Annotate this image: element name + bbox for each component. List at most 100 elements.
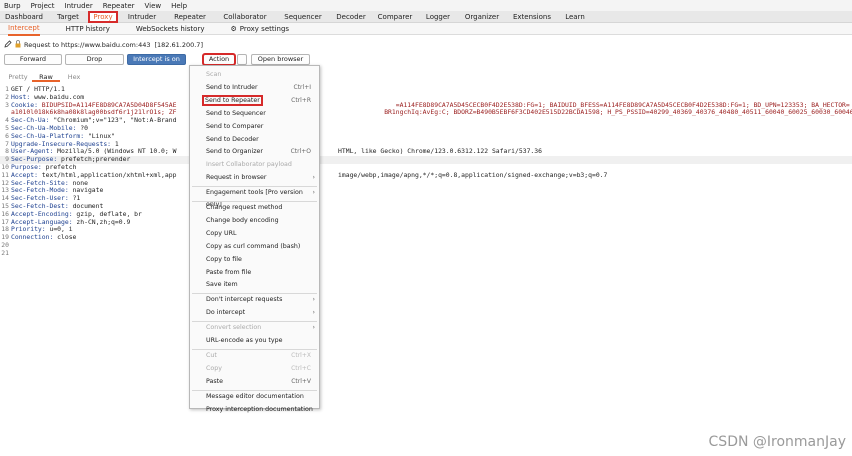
request-ip: [182.61.200.7] — [154, 41, 203, 49]
tab-learn[interactable]: Learn — [558, 11, 592, 23]
menu-item-label: Don't intercept requests — [206, 296, 283, 304]
menu-item-request-in-browser[interactable]: Request in browser › — [190, 172, 319, 184]
forward-button[interactable]: Forward — [4, 54, 62, 65]
menu-item-save-item[interactable]: Save item — [190, 279, 319, 291]
main-tab-bar: Dashboard Target Proxy Intruder Repeater… — [0, 11, 852, 23]
menu-item-label: Send to Repeater — [202, 94, 263, 106]
menu-item-copy: Copy Ctrl+C — [190, 363, 319, 375]
menu-item-paste-from-file[interactable]: Paste from file — [190, 267, 319, 279]
message-view-tabs: Pretty Raw Hex — [4, 72, 88, 82]
pencil-icon[interactable] — [4, 40, 12, 50]
drop-button[interactable]: Drop — [65, 54, 124, 65]
tab-websockets-history[interactable]: WebSockets history — [136, 23, 205, 35]
editor-line[interactable]: 4 Sec-Ch-Ua: "Chromium";v="123", "Not:A-B… — [0, 116, 852, 125]
menu-item-url-encode-as-you-type[interactable]: URL-encode as you type — [190, 335, 319, 347]
menu-item-label: Paste from file — [206, 268, 252, 276]
menu-burp[interactable]: Burp — [4, 2, 21, 10]
menu-item-do-intercept[interactable]: Do intercept › — [190, 307, 319, 319]
menu-item-change-request-method[interactable]: Change request method — [190, 202, 319, 214]
tab-decoder[interactable]: Decoder — [330, 11, 372, 23]
menu-repeater[interactable]: Repeater — [103, 2, 135, 10]
action-dropdown-button[interactable] — [237, 54, 247, 65]
header-value: close — [57, 233, 77, 242]
menu-item-send-to-intruder[interactable]: Send to Intruder Ctrl+I — [190, 82, 319, 94]
tab-logger[interactable]: Logger — [418, 11, 458, 23]
proxy-sub-tab-bar: Intercept HTTP history WebSockets histor… — [0, 22, 852, 36]
tab-hex[interactable]: Hex — [60, 72, 88, 82]
editor-line[interactable]: 19 Connection: close — [0, 233, 852, 242]
menu-item-label: Insert Collaborator payload — [206, 161, 292, 169]
menu-item-label: Proxy interception documentation — [206, 405, 313, 413]
header-name: Connection: — [11, 233, 58, 242]
editor-line[interactable]: 14 Sec-Fetch-User: ?1 — [0, 194, 852, 203]
editor-line[interactable]: 17 Accept-Language: zh-CN,zh;q=0.9 — [0, 217, 852, 227]
menu-item-label: Copy — [206, 364, 222, 372]
menu-item-label: Copy URL — [206, 229, 237, 237]
tab-target[interactable]: Target — [48, 11, 88, 23]
header-value: zh-CN,zh;q=0.9 — [76, 217, 131, 226]
menu-item-label: Change request method — [206, 204, 283, 211]
menu-item-label: Change body encoding — [206, 216, 279, 224]
menu-item-copy-as-curl-command-bash[interactable]: Copy as curl command (bash) — [190, 241, 319, 253]
menu-item-label: Convert selection — [206, 324, 262, 332]
menu-item-copy-to-file[interactable]: Copy to file — [190, 254, 319, 266]
menu-item-change-body-encoding[interactable]: Change body encoding — [190, 215, 319, 227]
editor-line[interactable]: 12 Sec-Fetch-Site: none — [0, 179, 852, 188]
menu-item-label: Send to Intruder — [206, 83, 258, 91]
editor-line[interactable]: 21 — [0, 249, 852, 258]
editor-line[interactable]: 20 — [0, 241, 852, 250]
menu-item-shortcut: Ctrl+V — [291, 377, 311, 385]
menu-item-don-t-intercept-requests[interactable]: Don't intercept requests › — [190, 294, 319, 306]
tab-extensions[interactable]: Extensions — [506, 11, 558, 23]
menu-item-label: Send to Organizer — [206, 148, 263, 156]
menu-item-paste[interactable]: Paste Ctrl+V — [190, 376, 319, 388]
menu-item-label: Paste — [206, 377, 223, 385]
tab-collaborator[interactable]: Collaborator — [214, 11, 276, 23]
menu-item-label: Copy as curl command (bash) — [206, 242, 301, 250]
intercept-toggle-button[interactable]: Intercept is on — [127, 54, 186, 65]
menu-item-convert-selection: Convert selection › — [190, 322, 319, 334]
menu-item-shortcut: Ctrl+I — [293, 83, 311, 91]
menu-item-label: Message editor documentation — [206, 392, 304, 400]
editor-line[interactable]: 18 Priority: u=0, i — [0, 226, 852, 234]
menu-item-message-editor-documentation[interactable]: Message editor documentation — [190, 391, 319, 403]
menu-project[interactable]: Project — [31, 2, 55, 10]
action-button[interactable]: Action — [202, 53, 236, 66]
menu-help[interactable]: Help — [171, 2, 187, 10]
menu-item-send-to-comparer[interactable]: Send to Comparer — [190, 121, 319, 133]
menu-item-send-to-organizer[interactable]: Send to Organizer Ctrl+O — [190, 146, 319, 158]
chevron-right-icon: › — [312, 309, 315, 317]
tab-http-history[interactable]: HTTP history — [66, 23, 110, 35]
menu-bar: Burp Project Intruder Repeater View Help — [0, 0, 852, 11]
menu-item-send-to-decoder[interactable]: Send to Decoder — [190, 134, 319, 146]
editor-line[interactable]: 13 Sec-Fetch-Mode: navigate — [0, 187, 852, 195]
editor-line[interactable]: 6 Sec-Ch-Ua-Platform: "Linux" — [0, 132, 852, 141]
menu-intruder[interactable]: Intruder — [65, 2, 93, 10]
open-browser-button[interactable]: Open browser — [251, 54, 310, 65]
menu-item-engagement-tools-pro-version-only[interactable]: Engagement tools [Pro version only] › — [190, 187, 319, 208]
proxy-settings-button[interactable]: ⚙ Proxy settings — [230, 23, 289, 35]
tab-intruder[interactable]: Intruder — [118, 11, 166, 23]
tab-sequencer[interactable]: Sequencer — [276, 11, 330, 23]
tab-comparer[interactable]: Comparer — [372, 11, 418, 23]
editor-line[interactable]: 11 Accept: text/html,application/xhtml+xm… — [0, 171, 852, 180]
menu-item-copy-url[interactable]: Copy URL — [190, 228, 319, 240]
menu-item-label: Do intercept — [206, 309, 246, 317]
tab-intercept[interactable]: Intercept — [8, 22, 40, 36]
chevron-right-icon: › — [312, 324, 315, 332]
editor-line[interactable]: 5 Sec-Ch-Ua-Mobile: ?0 — [0, 124, 852, 133]
menu-item-scan: Scan — [190, 69, 319, 81]
tab-pretty[interactable]: Pretty — [4, 72, 32, 82]
menu-item-send-to-sequencer[interactable]: Send to Sequencer — [190, 108, 319, 120]
menu-view[interactable]: View — [145, 2, 162, 10]
tab-repeater[interactable]: Repeater — [166, 11, 214, 23]
menu-item-label: URL-encode as you type — [206, 337, 283, 344]
tab-organizer[interactable]: Organizer — [458, 11, 506, 23]
editor-line[interactable]: 9 Sec-Purpose: prefetch;prerender — [0, 155, 852, 164]
request-editor[interactable]: 1 GET / HTTP/1.1 2 Host: www.baidu.com 3 Cook… — [0, 85, 852, 258]
tab-proxy[interactable]: Proxy — [88, 11, 118, 23]
menu-item-proxy-interception-documentation[interactable]: Proxy interception documentation — [190, 404, 319, 416]
menu-item-send-to-repeater[interactable]: Send to Repeater Ctrl+R — [190, 94, 319, 107]
editor-line[interactable]: 1 GET / HTTP/1.1 — [0, 85, 852, 94]
tab-raw[interactable]: Raw — [32, 72, 60, 82]
